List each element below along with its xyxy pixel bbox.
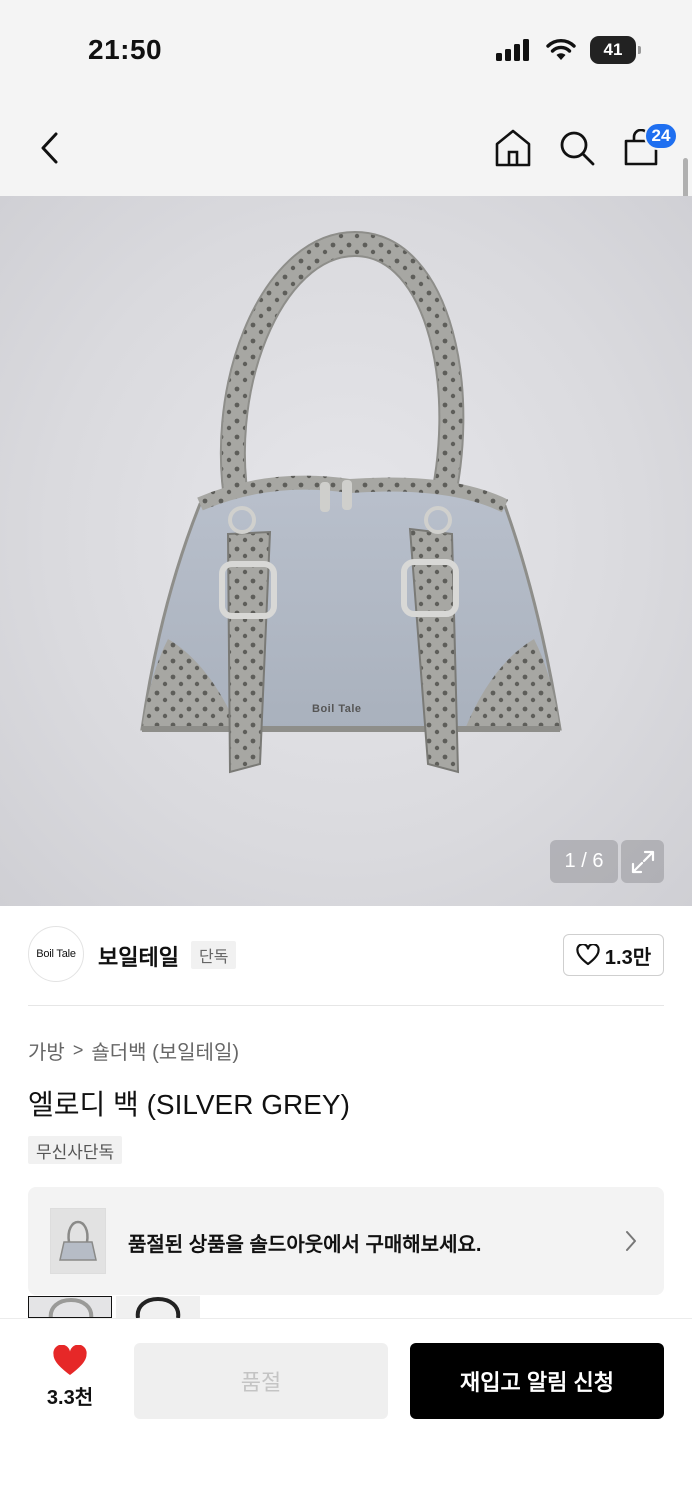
restock-alert-button[interactable]: 재입고 알림 신청 <box>410 1343 664 1419</box>
thumbnail-black-image <box>135 1296 181 1318</box>
image-page-counter: 1 / 6 <box>550 840 618 883</box>
search-button[interactable] <box>554 124 600 172</box>
heart-outline-icon <box>576 944 600 966</box>
chevron-right-icon <box>626 1231 636 1251</box>
signal-icon <box>496 39 529 61</box>
brand-logo[interactable]: Boil Tale <box>28 926 84 982</box>
breadcrumb: 가방 > 숄더백 (보일테일) <box>28 1036 239 1065</box>
color-thumbnail-silver[interactable] <box>28 1296 112 1318</box>
status-bar: 21:50 41 <box>0 0 692 100</box>
status-time: 21:50 <box>88 34 163 65</box>
cart-button[interactable]: 24 <box>618 122 678 172</box>
wishlist-count: 3.3천 <box>46 1387 94 1409</box>
battery-icon: 41 <box>590 36 641 64</box>
brand-like-count: 1.3만 <box>604 946 652 969</box>
back-chevron-icon <box>41 132 58 164</box>
product-title: 엘로디 백 (SILVER GREY) <box>28 1089 350 1120</box>
breadcrumb-separator: > <box>72 1040 84 1060</box>
bag-logo-plate: Boil Tale <box>312 703 362 715</box>
color-thumbnail-strip <box>28 1296 200 1318</box>
nav-actions: 24 <box>490 122 678 172</box>
back-button[interactable] <box>26 124 74 172</box>
breadcrumb-subcategory[interactable]: 숄더백 (보일테일) <box>91 1036 239 1065</box>
expand-button[interactable] <box>621 840 664 883</box>
color-thumbnail-black[interactable] <box>116 1296 200 1318</box>
soldout-thumbnail <box>50 1208 106 1274</box>
bag-thumbnail-image <box>59 1220 97 1261</box>
thumbnail-silver-image <box>48 1297 94 1317</box>
expand-icon <box>631 850 654 873</box>
soldout-button[interactable]: 품절 <box>134 1343 388 1419</box>
heart-filled-icon <box>53 1345 87 1375</box>
nav-bar: 24 <box>0 100 692 196</box>
soldout-banner[interactable]: 품절된 상품을 솔드아웃에서 구매해보세요. <box>28 1187 664 1295</box>
divider <box>28 1005 664 1006</box>
home-icon <box>495 129 531 167</box>
brand-row: Boil Tale 보일테일 단독 1.3만 <box>28 926 664 984</box>
wifi-icon <box>546 39 576 60</box>
cart-badge: 24 <box>644 122 678 150</box>
home-button[interactable] <box>490 124 536 172</box>
status-icons: 41 <box>496 36 641 64</box>
brand-like-button[interactable]: 1.3만 <box>563 934 664 976</box>
product-image-carousel[interactable]: Boil Tale 1 / 6 <box>0 196 692 906</box>
product-exclusive-tag: 무신사단독 <box>28 1136 123 1164</box>
bottom-action-bar: 3.3천 품절 재입고 알림 신청 <box>0 1318 692 1500</box>
brand-name[interactable]: 보일테일 <box>98 940 179 972</box>
search-icon <box>560 131 595 166</box>
soldout-banner-text: 품절된 상품을 솔드아웃에서 구매해보세요. <box>128 1234 482 1256</box>
wishlist-button[interactable]: 3.3천 <box>30 1345 110 1415</box>
brand-exclusive-badge: 단독 <box>191 941 237 969</box>
breadcrumb-category[interactable]: 가방 <box>28 1036 65 1065</box>
product-photo <box>140 230 562 774</box>
